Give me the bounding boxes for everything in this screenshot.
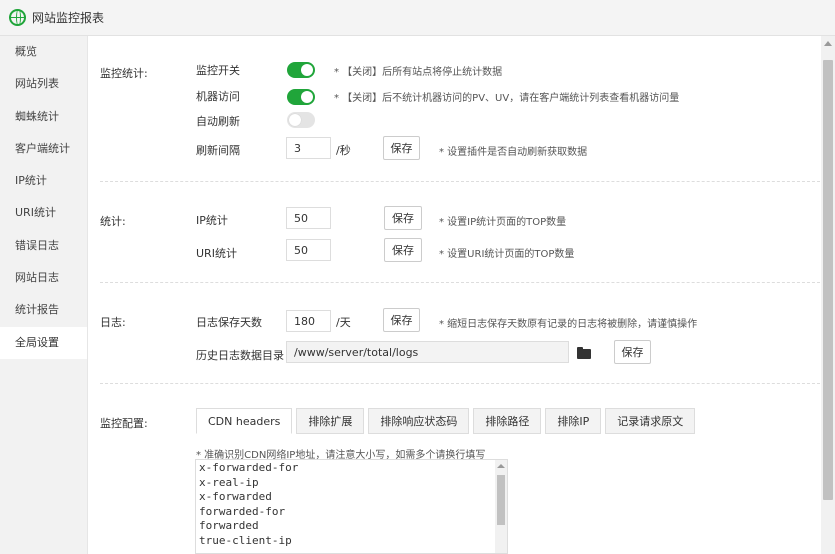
settings-panel: 监控统计: 监控开关 * 【关闭】后所有站点将停止统计数据 机器访问 * 【关闭… [88, 36, 835, 554]
refresh-interval-input[interactable] [286, 137, 331, 159]
cdn-header-line: forwarded-for [199, 504, 286, 518]
cdn-header-line: true-client-ip [199, 533, 292, 547]
section-label-stats: 统计: [100, 215, 126, 228]
log-dir-input[interactable] [286, 341, 569, 363]
sidebar-item-error-log[interactable]: 错误日志 [0, 230, 87, 262]
section-divider [100, 282, 820, 283]
sidebar-item-uri-stats[interactable]: URI统计 [0, 197, 87, 229]
section-divider [100, 181, 820, 182]
tab-record-request-body[interactable]: 记录请求原文 [605, 408, 696, 434]
cdn-header-line: x-forwarded-for [199, 461, 299, 474]
sidebar-item-spider-stats[interactable]: 蜘蛛统计 [0, 101, 87, 133]
uri-stats-save-button[interactable]: 保存 [384, 238, 422, 262]
cdn-header-line: forwarded [199, 519, 259, 533]
window-title: 网站监控报表 [32, 11, 105, 25]
main-scrollbar-thumb[interactable] [823, 60, 833, 500]
log-dir-label: 历史日志数据目录 [196, 349, 284, 362]
log-retention-days-label: 日志保存天数 [196, 316, 262, 329]
section-divider [100, 383, 820, 384]
refresh-interval-label: 刷新间隔 [196, 144, 240, 157]
refresh-interval-save-button[interactable]: 保存 [383, 136, 420, 160]
sidebar: 概览 网站列表 蜘蛛统计 客户端统计 IP统计 URI统计 错误日志 网站日志 … [0, 36, 88, 554]
ip-stats-save-button[interactable]: 保存 [384, 206, 422, 230]
uri-stats-hint: * 设置URI统计页面的TOP数量 [439, 249, 575, 260]
uri-stats-top-input[interactable] [286, 239, 331, 261]
tab-exclude-paths[interactable]: 排除路径 [473, 408, 542, 434]
monitor-switch-toggle[interactable] [287, 62, 315, 78]
textarea-scrollbar[interactable] [495, 460, 507, 553]
tab-exclude-extensions[interactable]: 排除扩展 [296, 408, 365, 434]
ip-stats-top-input[interactable] [286, 207, 331, 229]
globe-logo-icon [9, 9, 26, 26]
tab-exclude-ip[interactable]: 排除IP [545, 408, 602, 434]
sidebar-item-stats-report[interactable]: 统计报告 [0, 294, 87, 326]
folder-open-icon[interactable] [577, 347, 591, 359]
section-label-config: 监控配置: [100, 417, 148, 430]
cdn-headers-textarea[interactable]: x-forwarded-for x-real-ip x-forwarded fo… [195, 459, 508, 554]
tab-cdn-headers[interactable]: CDN headers [196, 408, 293, 434]
sidebar-item-overview[interactable]: 概览 [0, 36, 87, 68]
main-scrollbar[interactable] [821, 36, 835, 554]
ip-stats-label: IP统计 [196, 214, 228, 227]
cdn-header-line: x-forwarded [199, 490, 272, 504]
log-retention-hint: * 缩短日志保存天数原有记录的日志将被删除，请谨慎操作 [439, 319, 698, 330]
robot-access-toggle[interactable] [287, 89, 315, 105]
uri-stats-label: URI统计 [196, 247, 237, 260]
monitor-switch-label: 监控开关 [196, 64, 240, 77]
sidebar-item-site-list[interactable]: 网站列表 [0, 68, 87, 100]
robot-access-label: 机器访问 [196, 90, 240, 103]
sidebar-item-client-stats[interactable]: 客户端统计 [0, 133, 87, 165]
scroll-up-arrow-icon[interactable] [824, 41, 832, 46]
robot-access-hint: * 【关闭】后不统计机器访问的PV、UV，请在客户端统计列表查看机器访问量 [334, 93, 680, 104]
log-dir-save-button[interactable]: 保存 [614, 340, 651, 364]
sidebar-item-site-log[interactable]: 网站日志 [0, 262, 87, 294]
monitor-switch-hint: * 【关闭】后所有站点将停止统计数据 [334, 67, 503, 78]
sidebar-item-global-settings[interactable]: 全局设置 [0, 326, 87, 359]
auto-refresh-label: 自动刷新 [196, 115, 240, 128]
config-tabs: CDN headers 排除扩展 排除响应状态码 排除路径 排除IP 记录请求原… [196, 408, 699, 434]
cdn-header-line: x-real-ip [199, 475, 259, 489]
scroll-up-arrow-icon[interactable] [497, 464, 505, 468]
textarea-scrollbar-thumb[interactable] [497, 475, 505, 525]
section-label-logs: 日志: [100, 316, 126, 329]
refresh-interval-hint: * 设置插件是否自动刷新获取数据 [439, 147, 588, 158]
tab-exclude-status-codes[interactable]: 排除响应状态码 [368, 408, 470, 434]
log-retention-days-unit: /天 [336, 316, 351, 329]
section-label-monitor: 监控统计: [100, 67, 148, 80]
auto-refresh-toggle[interactable] [287, 112, 315, 128]
ip-stats-hint: * 设置IP统计页面的TOP数量 [439, 217, 567, 228]
sidebar-item-ip-stats[interactable]: IP统计 [0, 165, 87, 197]
log-retention-save-button[interactable]: 保存 [383, 308, 420, 332]
title-bar: 网站监控报表 [0, 0, 835, 36]
log-retention-days-input[interactable] [286, 310, 331, 332]
refresh-interval-unit: /秒 [336, 144, 351, 157]
